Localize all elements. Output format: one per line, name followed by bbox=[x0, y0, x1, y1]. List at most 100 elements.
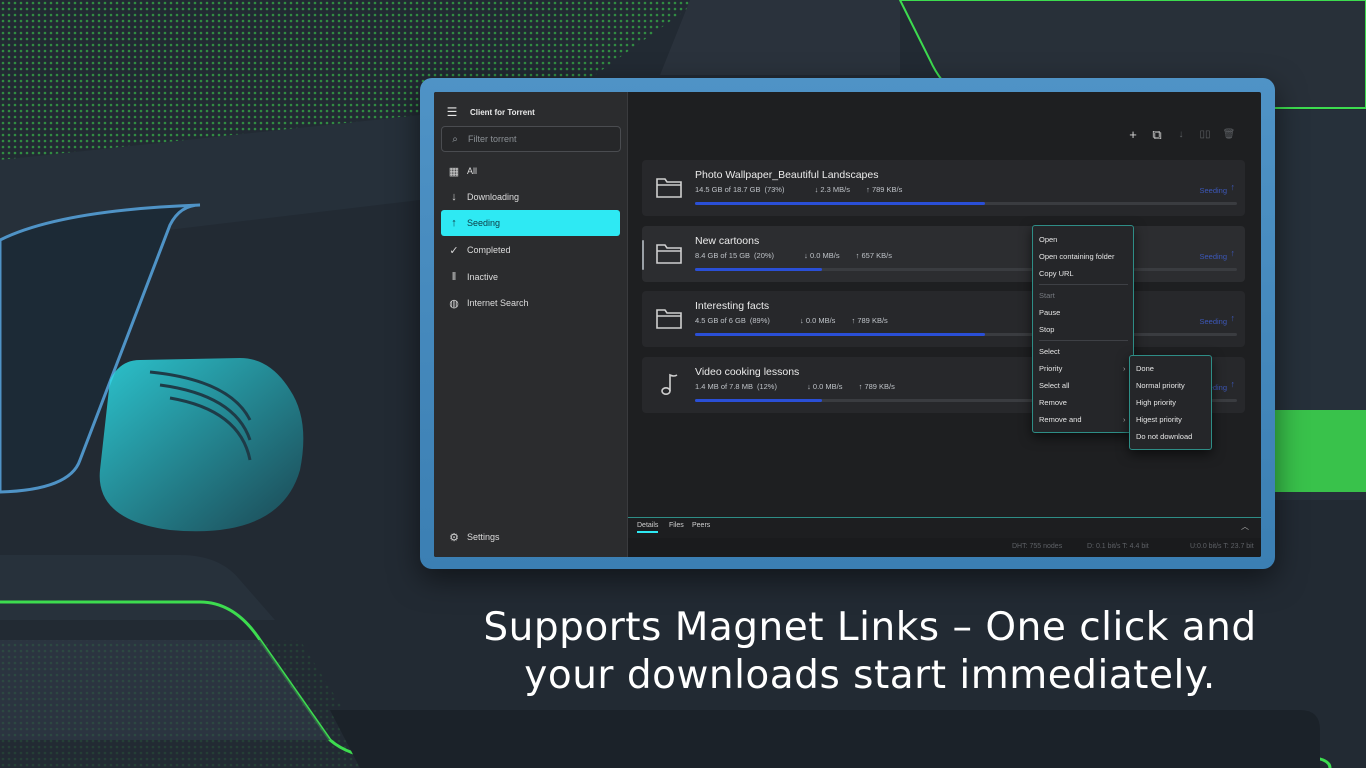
submenu-item-do-not-download[interactable]: Do not download bbox=[1136, 432, 1192, 441]
sidebar-item-label: All bbox=[467, 166, 478, 176]
sidebar-item-label: Seeding bbox=[467, 218, 501, 228]
delete-icon[interactable]: 🗑 bbox=[1217, 126, 1241, 144]
tab-details[interactable]: Details bbox=[637, 522, 659, 533]
torrent-card[interactable]: Interesting facts 4.5 GB of 6 GB (89%) ↓ … bbox=[642, 291, 1245, 347]
caption-line-2: your downloads start immediately. bbox=[524, 653, 1216, 698]
down-speed-text: 0.0 MB/s bbox=[809, 251, 840, 260]
upload-speed: ↑ 657 KB/s bbox=[855, 251, 892, 260]
torrent-name: Interesting facts bbox=[695, 300, 770, 312]
download-total-status: D: 0.1 bit/s T: 4.4 bit bbox=[1087, 543, 1149, 550]
down-speed-text: 0.0 MB/s bbox=[805, 316, 836, 325]
arrow-up-icon: ↑ bbox=[1230, 182, 1236, 192]
status-badge: Seeding bbox=[1199, 252, 1227, 261]
torrent-name: New cartoons bbox=[695, 235, 760, 247]
download-icon[interactable]: ↓ bbox=[1169, 126, 1193, 144]
menu-item-priority[interactable]: Priority › bbox=[1039, 364, 1129, 373]
torrent-name: Photo Wallpaper_Beautiful Landscapes bbox=[695, 169, 879, 181]
progress-fill bbox=[695, 399, 823, 402]
status-badge: Seeding bbox=[1199, 317, 1227, 326]
torrent-meta: 14.5 GB of 18.7 GB (73%) ↓ 2.3 MB/s ↑ 789… bbox=[695, 185, 916, 194]
up-speed-text: 789 KB/s bbox=[864, 382, 895, 391]
torrent-card[interactable]: New cartoons 8.4 GB of 15 GB (20%) ↓ 0.0 … bbox=[642, 226, 1245, 282]
torrent-meta: 8.4 GB of 15 GB (20%) ↓ 0.0 MB/s ↑ 657 KB… bbox=[695, 251, 906, 260]
submenu-item-highest-priority[interactable]: Higest priority bbox=[1136, 415, 1182, 424]
up-speed-text: 789 KB/s bbox=[871, 185, 903, 194]
sidebar-item-downloading[interactable]: ↓ Downloading bbox=[441, 184, 620, 210]
menu-item-remove-and[interactable]: Remove and › bbox=[1039, 415, 1129, 424]
sidebar-item-label: Completed bbox=[467, 245, 511, 255]
sidebar-item-settings[interactable]: ⚙ Settings bbox=[441, 524, 620, 550]
torrent-name: Video cooking lessons bbox=[695, 366, 800, 378]
menu-item-label: Remove and bbox=[1039, 415, 1082, 424]
sidebar-item-internet-search[interactable]: ◍ Internet Search bbox=[441, 290, 620, 316]
size-text: 4.5 GB of 6 GB bbox=[695, 316, 746, 325]
app-window: ☰ Client for Torrent ⌕ Filter torrent ▦ … bbox=[434, 92, 1261, 557]
sidebar-item-label: Inactive bbox=[467, 272, 499, 282]
arrow-up-icon: ↑ bbox=[1230, 248, 1236, 258]
size-text: 14.5 GB of 18.7 GB bbox=[695, 185, 761, 194]
menu-item-pause[interactable]: Pause bbox=[1039, 308, 1060, 317]
submenu-item-normal-priority[interactable]: Normal priority bbox=[1136, 381, 1185, 390]
menu-item-start[interactable]: Start bbox=[1039, 291, 1055, 300]
add-icon[interactable]: + bbox=[1121, 126, 1145, 144]
chevron-up-icon[interactable]: ︿ bbox=[1241, 521, 1249, 532]
filter-placeholder: Filter torrent bbox=[468, 134, 517, 144]
menu-item-stop[interactable]: Stop bbox=[1039, 325, 1054, 334]
link-icon[interactable]: ⧉ bbox=[1145, 126, 1169, 144]
menu-item-copy-url[interactable]: Copy URL bbox=[1039, 269, 1074, 278]
progress-fill bbox=[695, 333, 985, 336]
chevron-right-icon: › bbox=[1123, 364, 1126, 373]
status-badge: Seeding bbox=[1199, 186, 1227, 195]
filter-input[interactable]: ⌕ Filter torrent bbox=[441, 126, 621, 152]
dht-status: DHT: 755 nodes bbox=[1012, 543, 1063, 550]
down-speed-text: 0.0 MB/s bbox=[812, 382, 843, 391]
priority-submenu: Done Normal priority High priority Higes… bbox=[1129, 355, 1212, 450]
progress-fill bbox=[695, 202, 985, 205]
sidebar-item-label: Internet Search bbox=[467, 298, 529, 308]
pause-icon[interactable]: ▯▯ bbox=[1193, 126, 1217, 144]
menu-item-select[interactable]: Select bbox=[1039, 347, 1060, 356]
sidebar-item-completed[interactable]: ✓ Completed bbox=[441, 237, 620, 263]
size-text: 8.4 GB of 15 GB bbox=[695, 251, 751, 260]
size-text: 1.4 MB of 7.8 MB bbox=[695, 382, 753, 391]
status-bar: DHT: 755 nodes D: 0.1 bit/s T: 4.4 bit U… bbox=[628, 538, 1261, 557]
app-title: Client for Torrent bbox=[470, 107, 535, 117]
folder-icon bbox=[656, 244, 682, 264]
download-speed: ↓ 0.0 MB/s bbox=[799, 316, 836, 325]
progress-track bbox=[695, 268, 1237, 271]
menu-item-remove[interactable]: Remove bbox=[1039, 398, 1067, 407]
hamburger-icon[interactable]: ☰ bbox=[434, 105, 470, 119]
check-icon: ✓ bbox=[449, 244, 459, 257]
torrent-size: 1.4 MB of 7.8 MB (12%) bbox=[695, 382, 791, 391]
submenu-item-high-priority[interactable]: High priority bbox=[1136, 398, 1176, 407]
menu-item-label: Priority bbox=[1039, 364, 1063, 373]
torrent-meta: 1.4 MB of 7.8 MB (12%) ↓ 0.0 MB/s ↑ 789 K… bbox=[695, 382, 909, 391]
menu-item-open-containing-folder[interactable]: Open containing folder bbox=[1039, 252, 1114, 261]
download-speed: ↓ 0.0 MB/s bbox=[804, 251, 840, 260]
sidebar-item-all[interactable]: ▦ All bbox=[441, 158, 620, 184]
tab-files[interactable]: Files bbox=[669, 522, 684, 529]
folder-icon bbox=[656, 178, 682, 198]
sidebar-item-label: Settings bbox=[467, 532, 500, 542]
torrent-size: 4.5 GB of 6 GB (89%) bbox=[695, 316, 784, 325]
progress-track bbox=[695, 333, 1237, 336]
percent-text: (73%) bbox=[764, 185, 785, 194]
sidebar-item-inactive[interactable]: ‖ Inactive bbox=[441, 264, 620, 290]
arrow-up-icon: ↑ bbox=[451, 217, 457, 229]
menu-divider bbox=[1039, 340, 1128, 341]
search-icon: ⌕ bbox=[452, 133, 458, 145]
menu-item-open[interactable]: Open bbox=[1039, 235, 1057, 244]
download-speed: ↓ 2.3 MB/s bbox=[814, 185, 851, 194]
arrow-up-icon: ↑ bbox=[1230, 313, 1236, 323]
percent-text: (20%) bbox=[754, 251, 775, 260]
progress-track bbox=[695, 202, 1237, 205]
menu-item-select-all[interactable]: Select all bbox=[1039, 381, 1069, 390]
submenu-item-done[interactable]: Done bbox=[1136, 364, 1154, 373]
sidebar-item-seeding[interactable]: ↑ Seeding bbox=[441, 210, 620, 236]
tab-peers[interactable]: Peers bbox=[692, 522, 710, 529]
torrent-card[interactable]: Photo Wallpaper_Beautiful Landscapes 14.… bbox=[642, 160, 1245, 216]
toolbar: + ⧉ ↓ ▯▯ 🗑 bbox=[1121, 126, 1241, 144]
percent-text: (12%) bbox=[756, 382, 777, 391]
up-speed-text: 657 KB/s bbox=[861, 251, 892, 260]
details-tab-bar: Details Files Peers ︿ bbox=[628, 517, 1261, 538]
